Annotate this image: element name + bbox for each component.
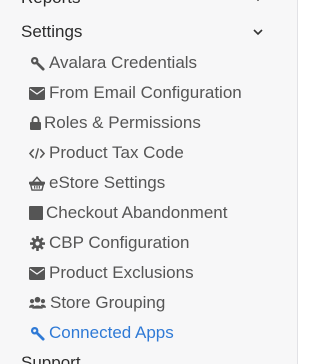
sidebar-item-product-exclusions[interactable]: Product Exclusions	[29, 262, 291, 284]
section-header-reports[interactable]: Reports	[21, 0, 271, 9]
sidebar-item-store-grouping[interactable]: Store Grouping	[29, 292, 291, 314]
sidebar-item-avalara-credentials[interactable]: Avalara Credentials	[29, 52, 291, 74]
sidebar-item-label: Product Tax Code	[49, 143, 184, 162]
lock-icon	[29, 115, 41, 131]
users-icon	[29, 295, 46, 311]
wrench-icon	[29, 55, 45, 71]
sidebar-item-label: CBP Configuration	[49, 233, 190, 252]
wrench-icon	[29, 325, 45, 341]
section-header-label: Support	[21, 353, 81, 364]
sidebar-item-label: Store Grouping	[50, 293, 166, 312]
sidebar-item-label: Checkout Abandonment	[46, 203, 228, 222]
section-header-settings[interactable]: Settings	[21, 21, 271, 43]
section-header-label: Reports	[21, 0, 81, 8]
section-header-support[interactable]: Support	[21, 352, 271, 364]
sidebar-item-label: From Email Configuration	[49, 83, 242, 102]
sidebar-item-connected-apps[interactable]: Connected Apps	[29, 322, 291, 344]
sidebar-item-label: Connected Apps	[49, 323, 174, 342]
sidebar-item-label: eStore Settings	[49, 173, 166, 192]
basket-icon	[29, 175, 45, 191]
chevron-down-icon	[251, 25, 265, 39]
sidebar-item-label: Product Exclusions	[49, 263, 194, 282]
envelope-icon	[29, 85, 45, 101]
sidebar-item-label: Avalara Credentials	[49, 53, 198, 72]
sidebar-item-label: Roles & Permissions	[44, 113, 201, 132]
sidebar-item-estore-settings[interactable]: eStore Settings	[29, 172, 291, 194]
sidebar-item-checkout-abandonment[interactable]: Checkout Abandonment	[29, 202, 291, 224]
square-icon	[29, 205, 43, 221]
sidebar-item-from-email-configuration[interactable]: From Email Configuration	[29, 82, 291, 104]
code-icon	[29, 145, 45, 161]
gear-icon	[29, 235, 45, 251]
main-content-area	[298, 0, 332, 364]
section-header-label: Settings	[21, 22, 83, 41]
sidebar-item-roles-permissions[interactable]: Roles & Permissions	[29, 112, 291, 134]
sidebar: Reports Settings Avalara Credentials	[0, 0, 297, 364]
sidebar-item-product-tax-code[interactable]: Product Tax Code	[29, 142, 291, 164]
chevron-down-icon	[251, 0, 265, 5]
envelope-icon	[29, 265, 45, 281]
sidebar-item-cbp-configuration[interactable]: CBP Configuration	[29, 232, 291, 254]
